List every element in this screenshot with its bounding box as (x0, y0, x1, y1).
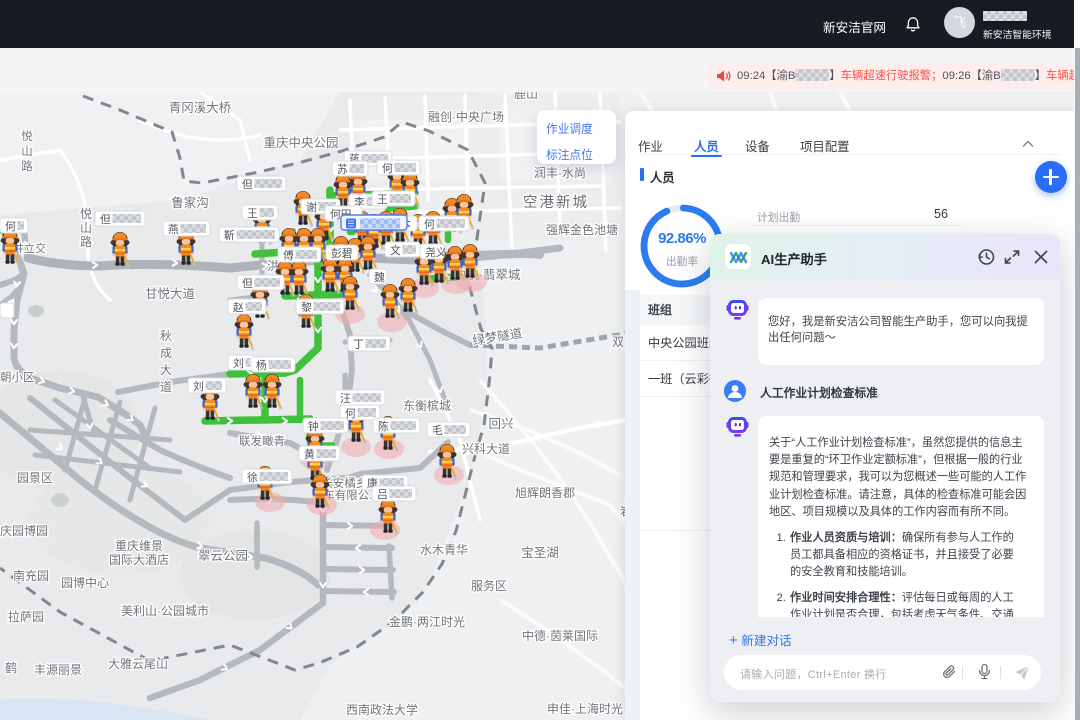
svg-text:何: 何 (424, 218, 435, 231)
svg-text:鲁家沟: 鲁家沟 (171, 195, 209, 210)
svg-text:路: 路 (80, 234, 92, 249)
svg-text:润丰·水尚: 润丰·水尚 (534, 166, 586, 180)
svg-text:东衡槟城: 东衡槟城 (403, 398, 451, 413)
svg-text:服务区: 服务区 (471, 578, 507, 593)
svg-text:联发瞰青: 联发瞰青 (239, 434, 285, 448)
svg-text:出勤率: 出勤率 (666, 255, 698, 268)
svg-text:道: 道 (160, 380, 172, 394)
svg-text:回兴: 回兴 (488, 417, 513, 431)
svg-text:山: 山 (21, 145, 33, 158)
svg-text:苏: 苏 (337, 163, 348, 176)
svg-text:大: 大 (160, 363, 172, 377)
svg-text:南充园: 南充园 (13, 568, 49, 583)
svg-text:西南政法大学: 西南政法大学 (346, 702, 418, 717)
svg-text:刘: 刘 (193, 380, 204, 393)
svg-text:悦: 悦 (80, 207, 92, 221)
svg-text:宝圣湖: 宝圣湖 (521, 545, 559, 560)
svg-text:彭碧: 彭碧 (331, 246, 353, 260)
svg-text:但: 但 (100, 213, 111, 226)
svg-text:王: 王 (247, 208, 258, 220)
svg-text:朝小区: 朝小区 (0, 371, 35, 384)
svg-text:魏: 魏 (374, 270, 385, 284)
svg-text:旭辉朗香郡: 旭辉朗香郡 (515, 486, 575, 500)
svg-text:但: 但 (242, 277, 253, 290)
svg-text:徐: 徐 (247, 470, 258, 484)
svg-text:融创·中央广场: 融创·中央广场 (428, 109, 504, 124)
svg-text:双: 双 (612, 335, 624, 349)
svg-text:国际大酒店: 国际大酒店 (109, 553, 169, 567)
svg-text:黄: 黄 (304, 447, 315, 461)
svg-text:甘悦大道: 甘悦大道 (145, 287, 196, 301)
svg-text:但: 但 (242, 178, 253, 191)
svg-text:申佳·上海时光: 申佳·上海时光 (547, 701, 623, 716)
svg-text:文: 文 (390, 243, 401, 257)
svg-text:刘: 刘 (233, 357, 244, 370)
svg-text:钟: 钟 (308, 419, 319, 433)
svg-text:何: 何 (382, 162, 393, 175)
svg-text:傅: 傅 (283, 248, 294, 262)
svg-text:水木青华: 水木青华 (420, 543, 468, 557)
svg-text:丁: 丁 (353, 339, 364, 351)
svg-text:尧义: 尧义 (425, 246, 447, 259)
svg-text:黎: 黎 (301, 300, 312, 314)
svg-text:王: 王 (377, 194, 388, 206)
svg-text:92.86%: 92.86% (658, 230, 706, 247)
svg-text:路: 路 (21, 159, 33, 173)
svg-text:丰源丽景: 丰源丽景 (34, 663, 82, 677)
svg-text:吕: 吕 (377, 489, 388, 501)
svg-text:兴科大道: 兴科大道 (462, 442, 510, 456)
svg-text:重庆维景: 重庆维景 (115, 539, 163, 553)
svg-text:大雅云尾山: 大雅云尾山 (108, 656, 168, 671)
svg-text:成: 成 (160, 346, 172, 360)
svg-text:鹿山: 鹿山 (514, 92, 538, 101)
svg-text:毛: 毛 (432, 424, 443, 437)
svg-text:园博中心: 园博中心 (61, 575, 109, 590)
svg-text:重庆中央公园: 重庆中央公园 (263, 135, 338, 150)
svg-text:悦: 悦 (21, 129, 33, 143)
svg-text:庆园博园: 庆园博园 (0, 523, 48, 538)
svg-text:谢: 谢 (306, 200, 317, 214)
svg-text:秋: 秋 (160, 329, 172, 343)
svg-text:园景区: 园景区 (17, 471, 53, 485)
svg-text:何: 何 (5, 220, 16, 233)
svg-text:美利山·公园城市: 美利山·公园城市 (121, 603, 209, 618)
svg-text:杨: 杨 (256, 358, 267, 372)
svg-text:青冈溪大桥: 青冈溪大桥 (169, 101, 232, 115)
svg-text:燕: 燕 (168, 223, 179, 236)
svg-text:赵: 赵 (233, 300, 244, 314)
svg-text:金鹏·两江时光: 金鹏·两江时光 (389, 614, 465, 629)
svg-text:陈: 陈 (378, 419, 389, 433)
svg-text:山: 山 (80, 221, 92, 235)
svg-text:汪: 汪 (340, 392, 351, 405)
svg-text:拉萨园: 拉萨园 (8, 609, 44, 624)
svg-text:鹤: 鹤 (5, 660, 17, 675)
svg-text:空港新城: 空港新城 (523, 194, 589, 211)
svg-text:靳: 靳 (224, 228, 235, 242)
svg-text:翠云公园: 翠云公园 (198, 549, 248, 563)
svg-text:强辉金色池塘: 强辉金色池塘 (546, 222, 618, 237)
svg-text:中德·茵莱国际: 中德·茵莱国际 (522, 628, 598, 643)
